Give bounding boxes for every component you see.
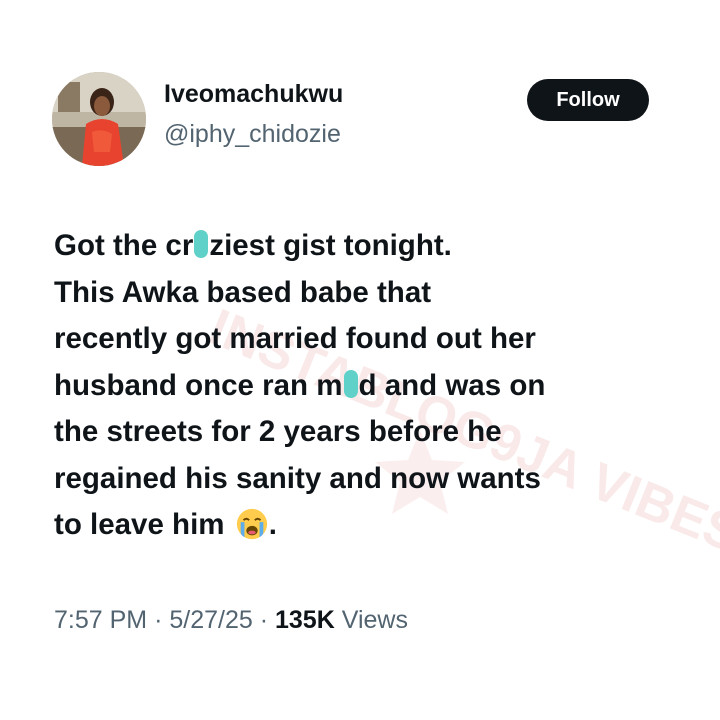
tweet-card: Iveomachukwu @iphy_chidozie Follow INSTA… <box>0 0 720 720</box>
tweet-time[interactable]: 7:57 PM <box>54 606 147 634</box>
follow-button[interactable]: Follow <box>527 79 649 121</box>
tweet-date[interactable]: 5/27/25 <box>169 606 252 634</box>
views-count[interactable]: 135K <box>275 606 335 634</box>
user-handle[interactable]: @iphy_chidozie <box>164 120 341 149</box>
tweet-line: the streets for 2 years before he <box>54 415 502 448</box>
meta-separator: · <box>259 606 269 634</box>
loudly-crying-face-icon <box>236 508 267 540</box>
redaction-blot <box>194 230 209 258</box>
tweet-line: to leave him . <box>54 508 277 541</box>
tweet-body: Got the cr ziest gist tonight. This Awka … <box>54 223 674 549</box>
tweet-meta: 7:57 PM · 5/27/25 · 135K Views <box>54 606 408 635</box>
tweet-line: regained his sanity and now wants <box>54 461 541 495</box>
views-label: Views <box>341 606 408 634</box>
avatar[interactable] <box>52 72 146 166</box>
tweet-line: husband once ran md and was on <box>54 368 546 402</box>
tweet-line: recently got married found out her <box>54 322 536 355</box>
redaction-blot <box>343 369 358 398</box>
tweet-line: This Awka based babe that <box>54 275 432 309</box>
display-name[interactable]: Iveomachukwu <box>164 80 343 109</box>
avatar-photo <box>52 72 146 166</box>
meta-separator: · <box>154 606 163 634</box>
tweet-line: Got the cr ziest gist tonight. <box>54 229 452 262</box>
